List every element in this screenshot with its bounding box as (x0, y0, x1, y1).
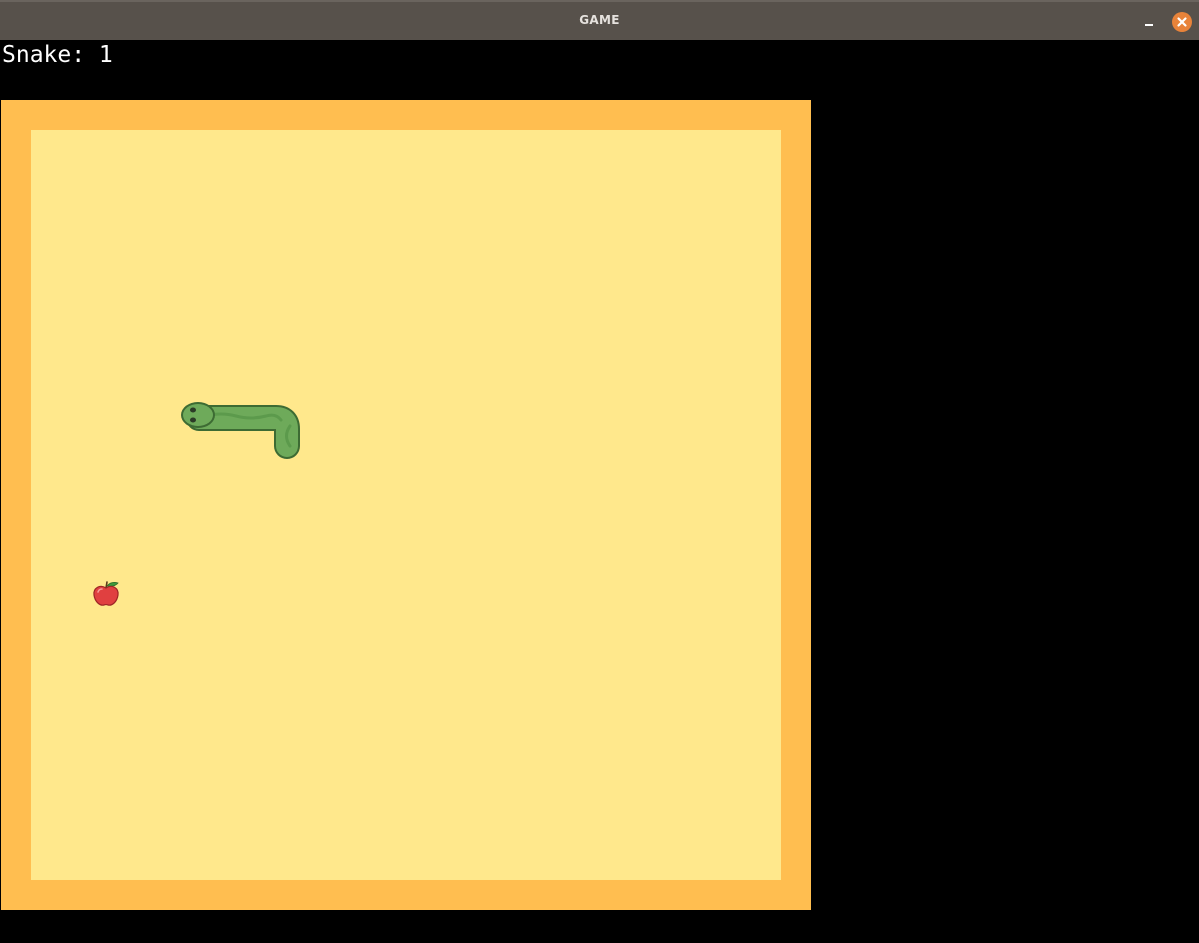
snake (181, 402, 300, 459)
snake-head (183, 404, 213, 426)
apple-leaf (106, 582, 119, 587)
minimize-icon[interactable] (1139, 12, 1159, 32)
window-title: GAME (579, 13, 620, 27)
snake-eye-right (190, 417, 196, 423)
apple-body (93, 585, 119, 606)
snake-eye-left (190, 407, 196, 413)
game-board (31, 130, 781, 880)
game-canvas[interactable]: Snake: 1 (0, 40, 1199, 943)
apple-icon (93, 581, 119, 606)
window-titlebar: GAME (0, 0, 1199, 40)
board-border (1, 100, 811, 910)
close-icon[interactable] (1172, 12, 1192, 32)
snake-body (188, 407, 298, 457)
score-label: Snake: 1 (2, 42, 113, 68)
